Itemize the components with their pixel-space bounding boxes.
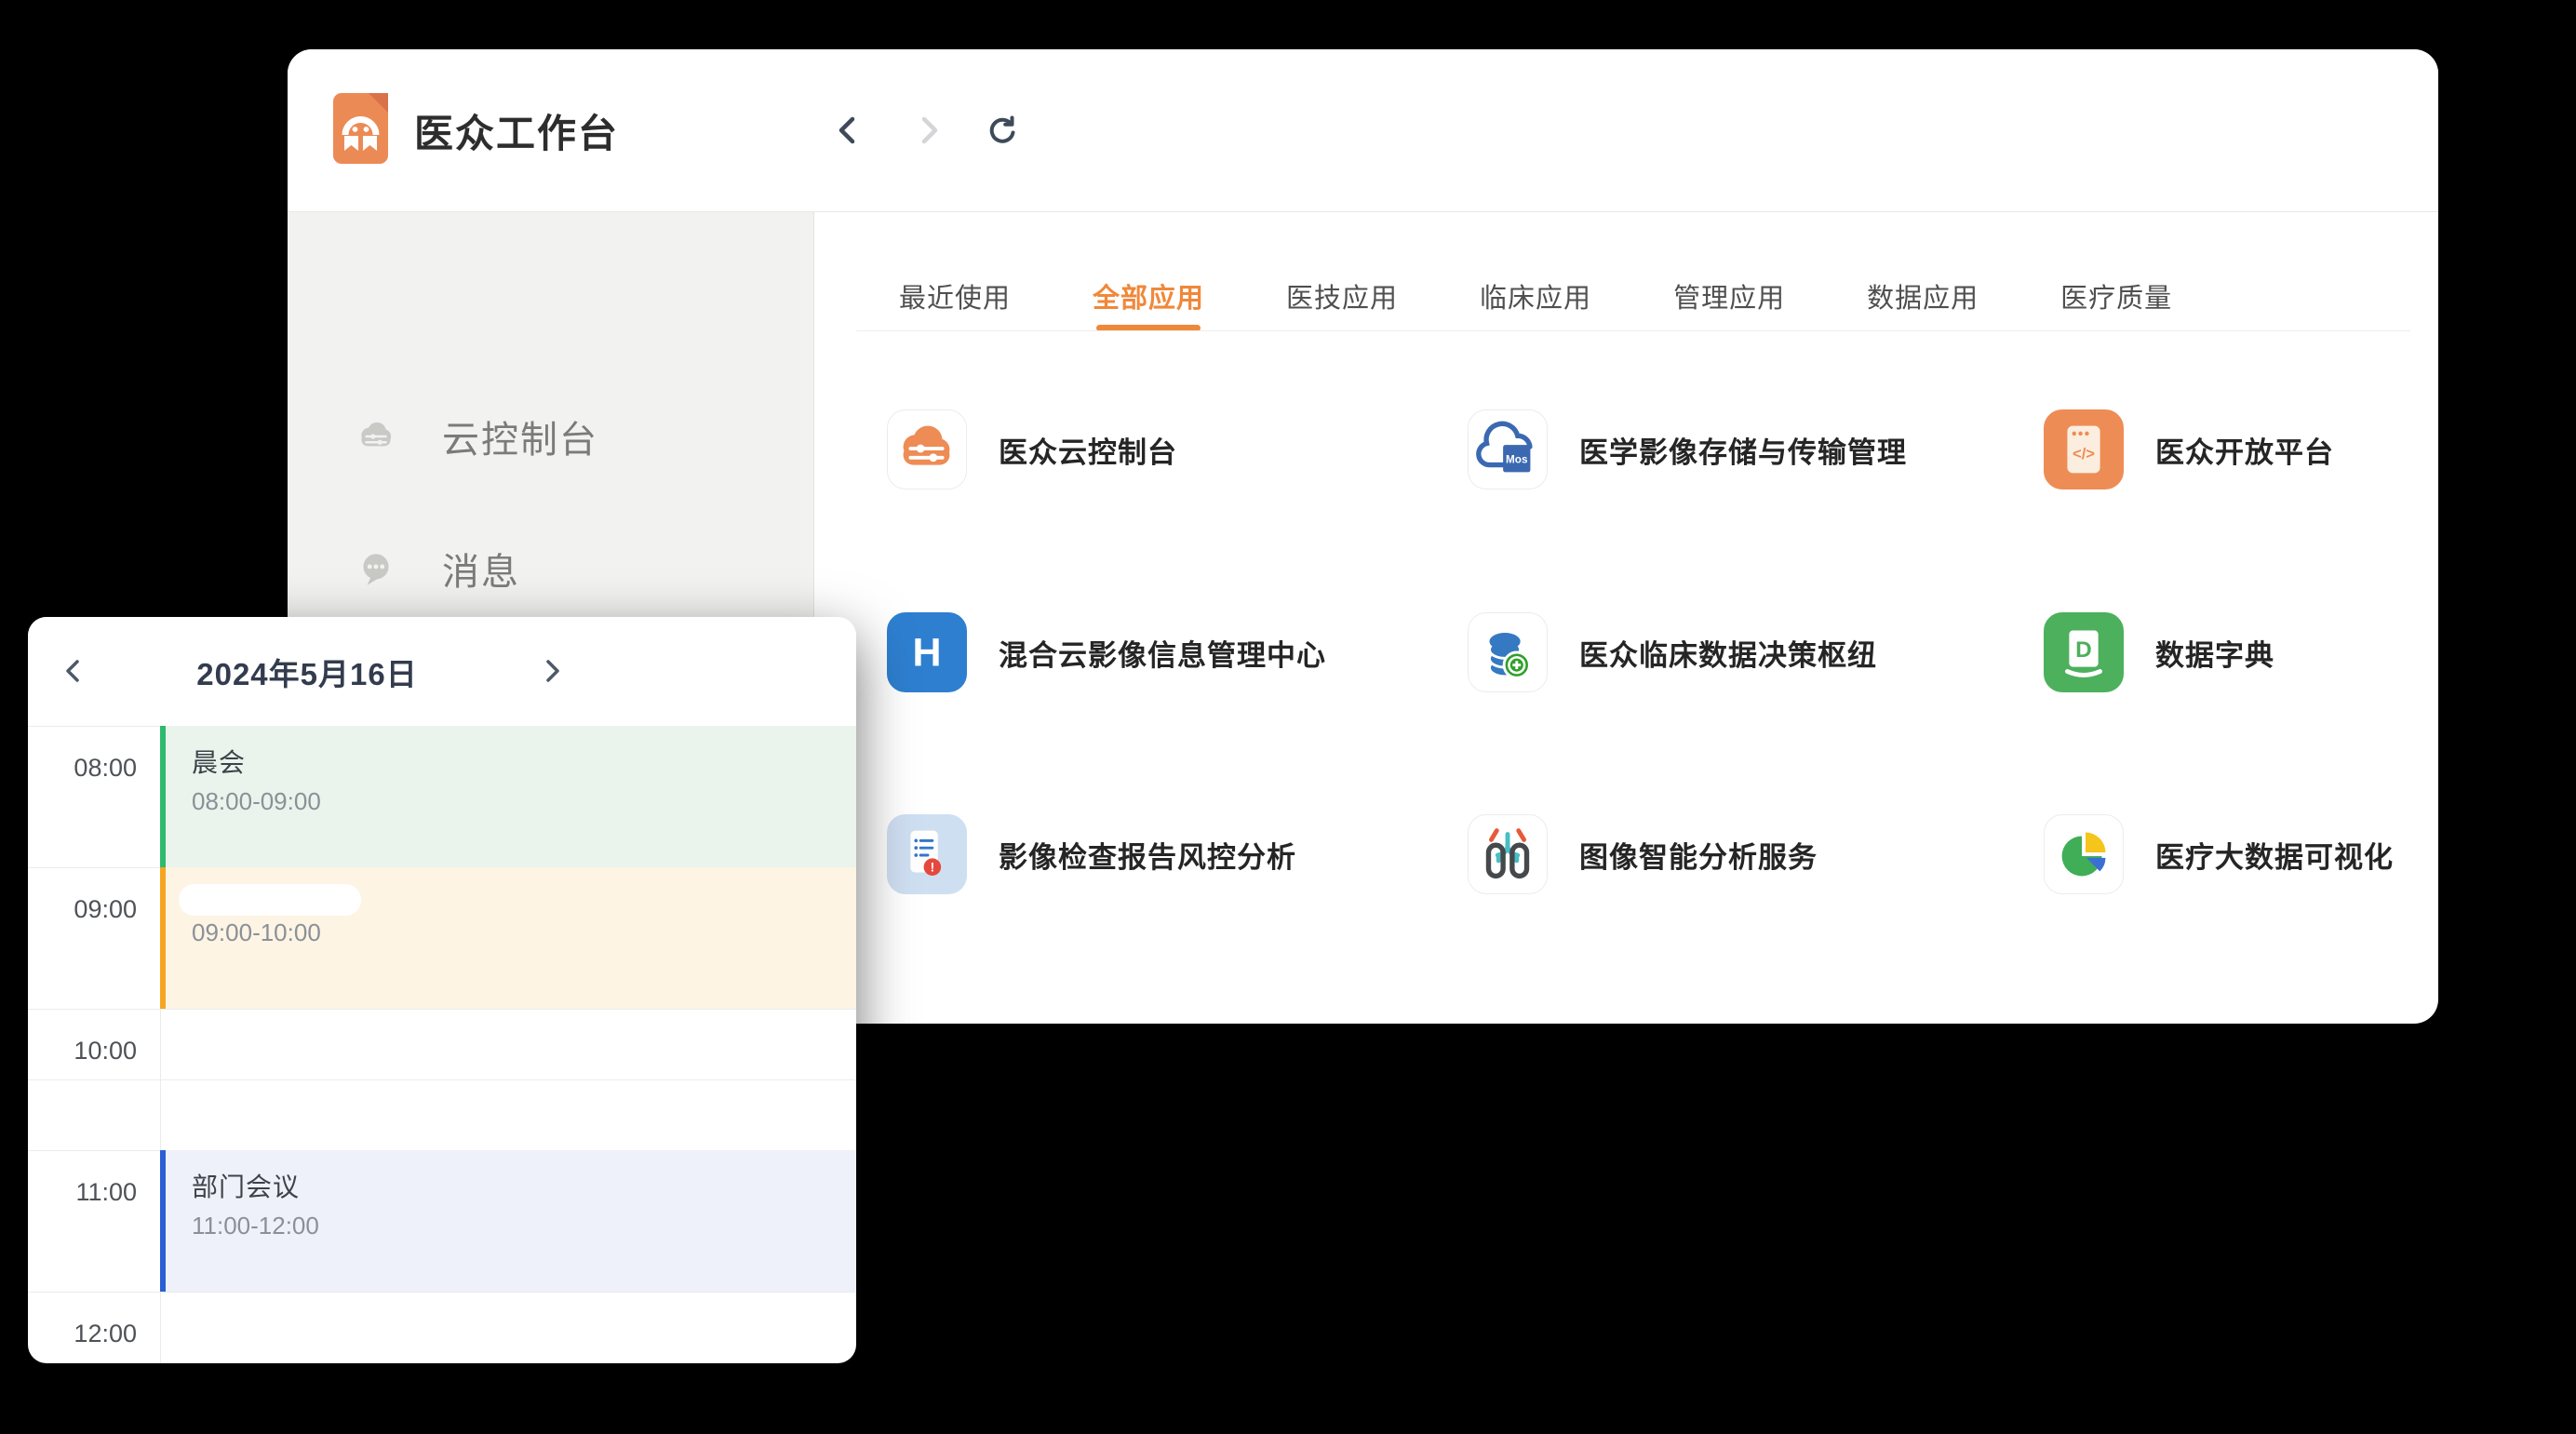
app-clinical-data-hub[interactable]: 医众临床数据决策枢纽 bbox=[1468, 612, 1877, 692]
data-dictionary-icon: D bbox=[2044, 612, 2124, 692]
app-big-data-visualization[interactable]: 医疗大数据可视化 bbox=[2044, 814, 2394, 894]
refresh-button[interactable] bbox=[982, 110, 1023, 151]
app-label: 混合云影像信息管理中心 bbox=[999, 632, 1326, 674]
previous-day-button[interactable] bbox=[54, 650, 95, 691]
event-title: 部门会议 bbox=[192, 1167, 856, 1204]
tab-bar: 最近使用 全部应用 医技应用 临床应用 管理应用 数据应用 医疗质量 bbox=[899, 273, 2172, 319]
sidebar-item-label: 消息 bbox=[442, 542, 520, 596]
time-label: 12:00 bbox=[28, 1320, 137, 1348]
calendar-header: 2024年5月16日 bbox=[28, 617, 856, 726]
time-label: 08:00 bbox=[28, 754, 137, 783]
chevron-right-icon bbox=[530, 680, 571, 694]
gridline-half-hour bbox=[28, 1079, 856, 1080]
tab-clinical-apps[interactable]: 临床应用 bbox=[1480, 276, 1591, 315]
event-time: 09:00-10:00 bbox=[192, 918, 321, 947]
app-open-platform[interactable]: </> 医众开放平台 bbox=[2044, 409, 2334, 489]
app-title: 医众工作台 bbox=[414, 49, 619, 211]
event-time: 11:00-12:00 bbox=[192, 1212, 856, 1240]
tab-all-apps[interactable]: 全部应用 bbox=[1093, 276, 1204, 315]
calendar-event-redacted[interactable]: 09:00-10:00 bbox=[160, 867, 856, 1009]
time-label: 10:00 bbox=[28, 1037, 137, 1065]
d-glyph: D bbox=[2075, 637, 2092, 663]
sidebar-item-cloud-console[interactable]: 云控制台 bbox=[288, 395, 813, 478]
cloud-storage-icon: Mos bbox=[1468, 409, 1548, 489]
time-label: 09:00 bbox=[28, 895, 137, 924]
tab-divider bbox=[856, 330, 2410, 331]
event-time: 08:00-09:00 bbox=[192, 787, 856, 816]
app-label: 医众临床数据决策枢纽 bbox=[1579, 632, 1877, 674]
event-title: 晨会 bbox=[192, 743, 856, 780]
svg-text:!: ! bbox=[931, 861, 935, 875]
tab-management-apps[interactable]: 管理应用 bbox=[1673, 276, 1785, 315]
app-data-dictionary[interactable]: D 数据字典 bbox=[2044, 612, 2274, 692]
tab-recently-used[interactable]: 最近使用 bbox=[899, 276, 1011, 315]
refresh-icon bbox=[982, 140, 1023, 154]
app-logo-icon bbox=[333, 93, 388, 164]
app-cloud-console[interactable]: 医众云控制台 bbox=[887, 409, 1177, 489]
calendar-event-morning-meeting[interactable]: 晨会 08:00-09:00 bbox=[160, 726, 856, 867]
redacted-event-title bbox=[179, 884, 361, 916]
hybrid-cloud-icon: H bbox=[887, 612, 967, 692]
calendar-grid: 晨会 08:00-09:00 09:00-10:00 部门会议 11:00-12… bbox=[28, 726, 856, 1363]
app-image-ai-analysis[interactable]: 图像智能分析服务 bbox=[1468, 814, 1818, 894]
calendar-date-label: 2024年5月16日 bbox=[121, 617, 493, 726]
chevron-left-icon bbox=[54, 680, 95, 694]
open-platform-icon: </> bbox=[2044, 409, 2124, 489]
gridline bbox=[28, 1292, 856, 1293]
cloud-sliders-icon bbox=[887, 409, 967, 489]
mos-badge: Mos bbox=[1506, 454, 1528, 466]
app-label: 图像智能分析服务 bbox=[1579, 834, 1818, 876]
sidebar-item-label: 云控制台 bbox=[442, 409, 598, 463]
sidebar-item-messages[interactable]: 消息 bbox=[288, 527, 813, 610]
pie-chart-icon bbox=[2044, 814, 2124, 894]
time-label: 11:00 bbox=[28, 1178, 137, 1207]
app-label: 医学影像存储与传输管理 bbox=[1579, 429, 1907, 471]
chevron-right-icon bbox=[907, 140, 948, 154]
report-risk-icon: ! bbox=[887, 814, 967, 894]
gridline bbox=[28, 1009, 856, 1010]
app-report-risk-analysis[interactable]: ! 影像检查报告风控分析 bbox=[887, 814, 1296, 894]
forward-button[interactable] bbox=[907, 110, 948, 151]
tab-data-apps[interactable]: 数据应用 bbox=[1867, 276, 1979, 315]
app-hybrid-cloud-center[interactable]: H 混合云影像信息管理中心 bbox=[887, 612, 1326, 692]
next-day-button[interactable] bbox=[530, 650, 571, 691]
app-label: 医众开放平台 bbox=[2155, 429, 2334, 471]
app-label: 影像检查报告风控分析 bbox=[999, 834, 1296, 876]
message-icon bbox=[353, 545, 399, 592]
h-glyph: H bbox=[912, 631, 941, 676]
chevron-left-icon bbox=[828, 140, 869, 154]
back-button[interactable] bbox=[828, 110, 869, 151]
calendar-event-department-meeting[interactable]: 部门会议 11:00-12:00 bbox=[160, 1150, 856, 1292]
calendar-panel: 2024年5月16日 晨会 08:00-09:00 bbox=[28, 617, 856, 1363]
clinical-database-icon bbox=[1468, 612, 1548, 692]
cloud-console-icon bbox=[353, 413, 399, 460]
lung-analysis-icon bbox=[1468, 814, 1548, 894]
app-label: 数据字典 bbox=[2155, 632, 2274, 674]
tab-medtech-apps[interactable]: 医技应用 bbox=[1286, 276, 1398, 315]
window-header: 医众工作台 bbox=[288, 49, 2438, 212]
app-medical-image-storage[interactable]: Mos 医学影像存储与传输管理 bbox=[1468, 409, 1907, 489]
app-label: 医疗大数据可视化 bbox=[2155, 834, 2394, 876]
screen: 医众工作台 bbox=[0, 0, 2576, 1434]
app-label: 医众云控制台 bbox=[999, 429, 1177, 471]
tab-medical-quality[interactable]: 医疗质量 bbox=[2060, 276, 2172, 315]
code-glyph: </> bbox=[2073, 445, 2095, 462]
